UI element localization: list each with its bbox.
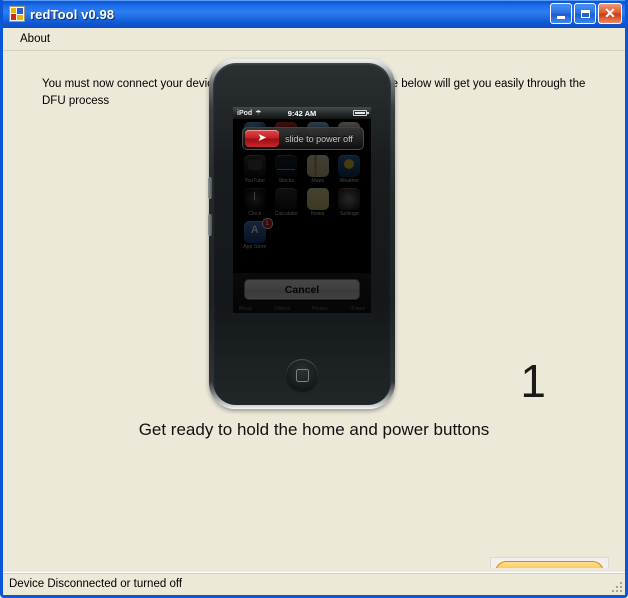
donate-label[interactable]: Donate: [495, 561, 604, 568]
battery-icon: [353, 110, 369, 116]
clock-label: 9:42 AM: [287, 108, 317, 118]
slide-to-power-off[interactable]: ➤ slide to power off: [242, 127, 364, 150]
donate-button[interactable]: Donate VISA AMEX DISCVR BANK: [490, 557, 609, 568]
close-icon: ✕: [604, 5, 616, 21]
app-icon: [9, 6, 25, 22]
menu-item-about[interactable]: About: [13, 30, 57, 48]
window-controls: ✕: [550, 3, 622, 24]
close-button[interactable]: ✕: [598, 3, 622, 24]
volume-down-button: [208, 214, 212, 236]
status-bar: Device Disconnected or turned off: [3, 572, 625, 595]
ios-status-bar: iPod ☂ 9:42 AM: [233, 107, 371, 119]
device-illustration: iPod ☂ 9:42 AM Safari: [208, 59, 395, 409]
title-bar: redTool v0.98 ✕: [3, 0, 625, 28]
status-text: Device Disconnected or turned off: [9, 578, 183, 590]
step-number: 1: [520, 355, 546, 407]
menu-bar: About: [3, 28, 625, 51]
client-area: You must now connect your device in DFU …: [3, 51, 625, 568]
window-title: redTool v0.98: [30, 6, 115, 22]
home-square-icon: [295, 368, 309, 382]
guide-caption: Get ready to hold the home and power but…: [138, 420, 490, 439]
springboard: Safari Calendar Mail Contacts: [233, 119, 371, 313]
application-window: redTool v0.98 ✕ About You must now conne…: [0, 0, 628, 598]
resize-grip[interactable]: [610, 580, 622, 592]
home-button: [286, 359, 318, 391]
device-screen: iPod ☂ 9:42 AM Safari: [233, 107, 371, 313]
slider-label: slide to power off: [285, 133, 353, 144]
maximize-button[interactable]: [574, 3, 596, 24]
minimize-icon: [557, 15, 565, 19]
volume-up-button: [208, 177, 212, 199]
arrow-right-icon[interactable]: ➤: [245, 130, 279, 147]
maximize-icon: [580, 9, 590, 18]
minimize-button[interactable]: [550, 3, 572, 24]
